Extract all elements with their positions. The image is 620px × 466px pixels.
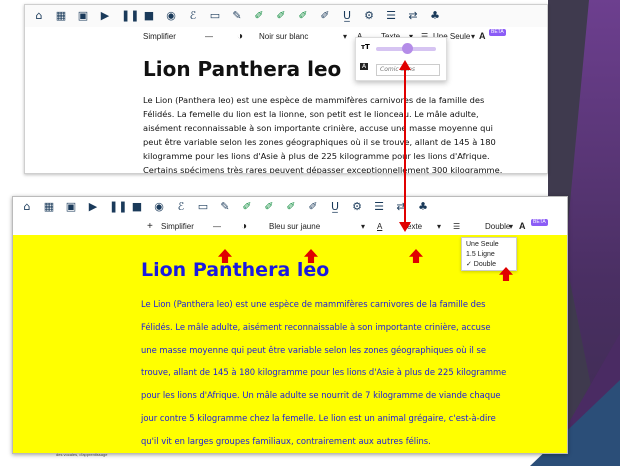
font-color-icon[interactable]: A — [377, 222, 382, 231]
simplify-button[interactable]: Simplifier — [143, 32, 176, 41]
highlighter-green-icon[interactable]: ✐ — [241, 201, 253, 213]
listen-icon[interactable]: ◉ — [153, 201, 165, 213]
translate-icon[interactable]: ⇄ — [407, 10, 419, 22]
list-icon[interactable]: ☰ — [373, 201, 385, 213]
simplify-button[interactable]: Simplifier — [161, 222, 194, 231]
text-line: trouve, allant de 145 à 180 kilogramme p… — [141, 367, 507, 378]
text-line: jour contre 5 kilogramme chez la femelle… — [141, 412, 496, 423]
chevron-down-icon[interactable]: ▾ — [509, 222, 513, 231]
main-toolbar: ⌂ ▦ ▣ ▶ ❚❚ ■ ◉ ℰ ▭ ✎ ✐ ✐ ✐ ✐ U̲ ⚙ ☰ ⇄ ♣ — [25, 5, 547, 27]
listen-icon[interactable]: ◉ — [165, 10, 177, 22]
text-line: kilogramme pour les lions d'Asie à plus … — [143, 151, 490, 161]
home-icon[interactable]: ⌂ — [21, 201, 33, 213]
options-bar: + Simplifier — ◑ Bleu sur jaune ▾ A Text… — [13, 217, 567, 235]
ear-icon[interactable]: ℰ — [187, 10, 199, 22]
options-bar: Simplifier — ◑ Noir sur blanc ▾ A Texte … — [25, 27, 547, 45]
minus-button[interactable]: — — [205, 32, 213, 41]
text-line: Félidés. La femelle du lion est la lionn… — [143, 109, 479, 119]
contrast-select[interactable]: Noir sur blanc — [259, 32, 308, 41]
image-icon[interactable]: ▣ — [77, 10, 89, 22]
text-line: Certains spécimens très rares peuvent dé… — [143, 165, 503, 174]
text-line: peut être variable selon les zones géogr… — [143, 137, 496, 147]
contrast-icon[interactable]: ◑ — [241, 221, 247, 232]
chevron-down-icon[interactable]: ▾ — [343, 32, 347, 41]
bag-icon[interactable]: ♣ — [417, 201, 429, 213]
sign-icon[interactable]: ✎ — [219, 201, 231, 213]
text-line: qu'il vit en larges groupes familiaux, c… — [141, 435, 431, 446]
text-line: Le Lion (Panthera leo) est une espèce de… — [143, 95, 485, 105]
contrast-select[interactable]: Bleu sur jaune — [269, 222, 320, 231]
spacing-option-single[interactable]: Une Seule — [466, 240, 512, 250]
document-title: Lion Panthera leo — [143, 57, 342, 81]
text-line: une masse moyenne qui peut être variable… — [141, 344, 486, 355]
line-spacing-icon[interactable]: ☰ — [453, 222, 460, 231]
spacing-option-one-half[interactable]: 1.5 Ligne — [466, 250, 512, 260]
highlighter-dark-icon[interactable]: ✐ — [275, 10, 287, 22]
underline-icon[interactable]: U̲ — [329, 201, 341, 213]
settings-icon[interactable]: ⚙ — [363, 10, 375, 22]
chevron-down-icon[interactable]: ▾ — [361, 222, 365, 231]
beta-badge: BETA — [531, 219, 548, 226]
settings-icon[interactable]: ⚙ — [351, 201, 363, 213]
sign-icon[interactable]: ✎ — [231, 10, 243, 22]
stop-icon[interactable]: ■ — [131, 201, 143, 213]
font-family-icon: A — [360, 63, 369, 70]
footer-text: des vocales, d'apprentissage — [56, 452, 108, 457]
chevron-down-icon[interactable]: ▾ — [471, 32, 475, 41]
text-line: pour les lions d'Afrique. Un mâle adulte… — [141, 390, 501, 401]
red-connector-line — [404, 66, 406, 226]
screen-icon[interactable]: ▭ — [197, 201, 209, 213]
highlighter-icon[interactable]: ✐ — [297, 10, 309, 22]
text-options-popup: ᴛT A Comic Sans — [355, 37, 447, 81]
stop-icon[interactable]: ■ — [143, 10, 155, 22]
font-size-slider-thumb[interactable] — [402, 43, 413, 54]
minus-button[interactable]: — — [213, 222, 221, 231]
font-size-icon: ᴛT — [361, 43, 370, 51]
list-icon[interactable]: ☰ — [385, 10, 397, 22]
main-toolbar: ⌂ ▦ ▣ ▶ ❚❚ ■ ◉ ℰ ▭ ✎ ✐ ✐ ✐ ✐ U̲ ⚙ ☰ ⇄ ♣ — [13, 197, 567, 217]
bag-icon[interactable]: ♣ — [429, 10, 441, 22]
beta-badge: BETA — [489, 29, 506, 36]
screen-icon[interactable]: ▭ — [209, 10, 221, 22]
line-spacing-dropdown: Une Seule 1.5 Ligne ✓ Double — [461, 237, 517, 271]
pause-icon[interactable]: ❚❚ — [109, 201, 127, 213]
text-line: aisément reconnaissable à son importante… — [143, 123, 493, 133]
chevron-down-icon[interactable]: ▾ — [437, 222, 441, 231]
ear-icon[interactable]: ℰ — [175, 201, 187, 213]
screenshot-before: ⌂ ▦ ▣ ▶ ❚❚ ■ ◉ ℰ ▭ ✎ ✐ ✐ ✐ ✐ U̲ ⚙ ☰ ⇄ ♣ … — [24, 4, 548, 174]
highlighter-dark-icon[interactable]: ✐ — [263, 201, 275, 213]
red-arrow-annotation — [409, 249, 423, 263]
dyslexia-font-icon[interactable]: A — [519, 221, 526, 231]
highlighter-green-icon[interactable]: ✐ — [253, 10, 265, 22]
contrast-icon[interactable]: ◑ — [237, 31, 243, 42]
highlighter-icon[interactable]: ✐ — [285, 201, 297, 213]
highlighter-color-icon[interactable]: ✐ — [319, 10, 331, 22]
document-title: Lion Panthera leo — [141, 259, 330, 281]
play-icon[interactable]: ▶ — [87, 201, 99, 213]
document-text: Le Lion (Panthera leo) est une espèce de… — [143, 93, 503, 174]
screenshot-after: ⌂ ▦ ▣ ▶ ❚❚ ■ ◉ ℰ ▭ ✎ ✐ ✐ ✐ ✐ U̲ ⚙ ☰ ⇄ ♣ … — [12, 196, 568, 454]
image-icon[interactable]: ▣ — [65, 201, 77, 213]
underline-icon[interactable]: U̲ — [341, 10, 353, 22]
highlighter-color-icon[interactable]: ✐ — [307, 201, 319, 213]
document-text: Le Lion (Panthera leo) est une espèce de… — [141, 293, 561, 453]
grid-icon[interactable]: ▦ — [43, 201, 55, 213]
grid-icon[interactable]: ▦ — [55, 10, 67, 22]
plus-button[interactable]: + — [147, 221, 153, 232]
pause-icon[interactable]: ❚❚ — [121, 10, 139, 22]
text-line: Le Lion (Panthera leo) est une espèce de… — [141, 299, 486, 309]
dyslexia-font-icon[interactable]: A — [479, 31, 486, 41]
home-icon[interactable]: ⌂ — [33, 10, 45, 22]
spacing-select[interactable]: Double — [485, 222, 510, 231]
play-icon[interactable]: ▶ — [99, 10, 111, 22]
text-line: Félidés. Le mâle adulte, aisément reconn… — [141, 321, 491, 332]
